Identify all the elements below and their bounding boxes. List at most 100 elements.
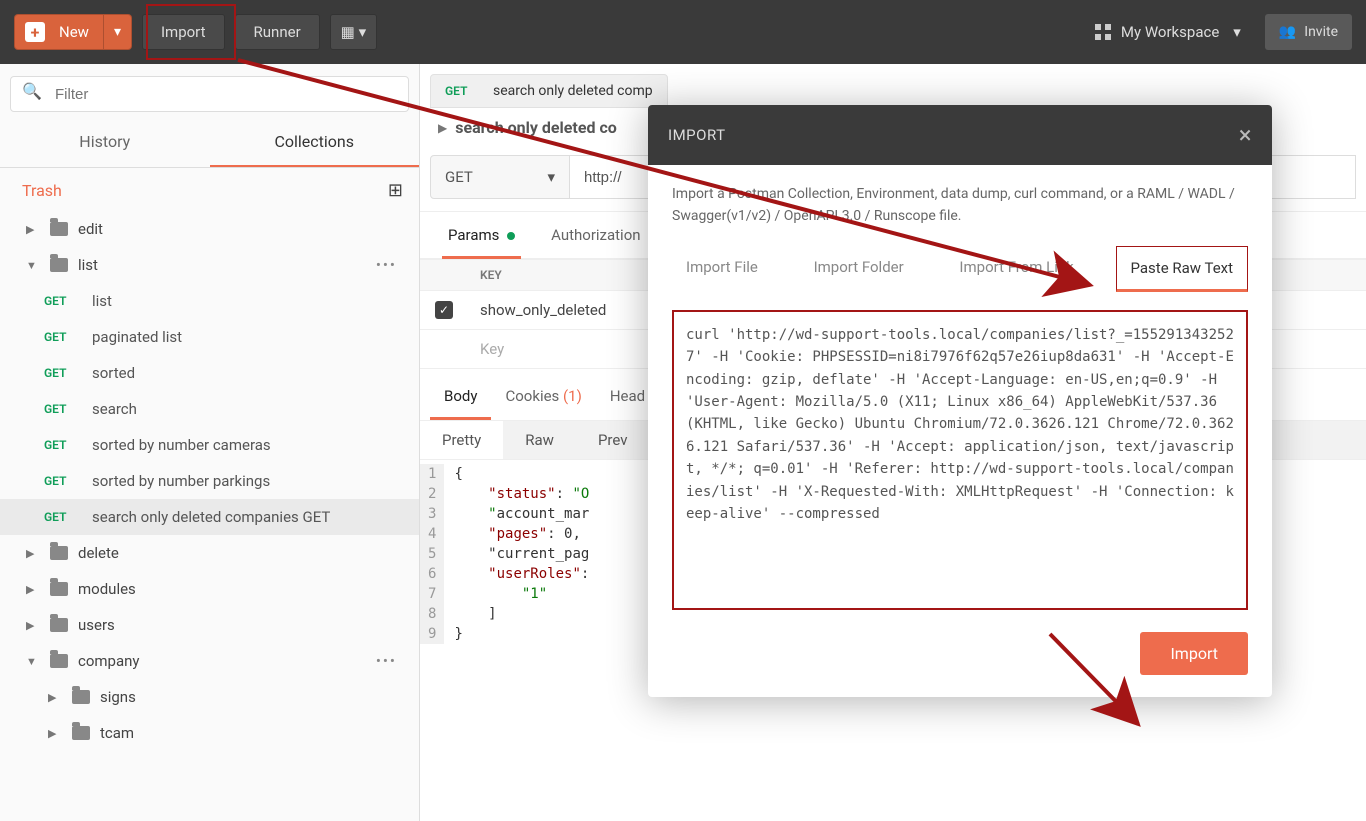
tab-history[interactable]: History	[0, 118, 210, 167]
request-item[interactable]: GETsearch	[0, 391, 419, 427]
chevron-icon: ▶	[26, 619, 40, 632]
folder-users[interactable]: ▶ users	[0, 607, 419, 643]
modal-import-button[interactable]: Import	[1140, 632, 1248, 675]
import-button[interactable]: Import	[142, 14, 225, 50]
method-select[interactable]: GET ▾	[430, 155, 570, 199]
folder-icon	[50, 546, 68, 560]
folder-icon	[72, 726, 90, 740]
folder-label: signs	[100, 688, 136, 706]
workspace-selector[interactable]: My Workspace ▾	[1081, 23, 1255, 41]
chevron-icon: ▶	[26, 547, 40, 560]
modal-title: IMPORT	[668, 126, 726, 144]
chevron-down-icon: ▾	[547, 168, 555, 186]
trash-link[interactable]: Trash	[22, 181, 62, 200]
request-label: sorted	[92, 364, 135, 382]
new-button[interactable]: + New ▾	[14, 14, 132, 50]
request-item[interactable]: GET sorted	[0, 355, 419, 391]
request-label: list	[92, 292, 112, 310]
request-label: sorted by number cameras	[92, 436, 271, 454]
method-badge: GET	[44, 330, 78, 344]
method-label: GET	[445, 84, 479, 98]
col-key: KEY	[468, 260, 514, 290]
tab-import-folder[interactable]: Import Folder	[800, 246, 918, 292]
folder-edit[interactable]: ▶ edit	[0, 211, 419, 247]
chevron-down-icon: ▾	[1233, 23, 1241, 41]
chevron-icon: ▼	[26, 259, 40, 272]
new-label: New	[45, 23, 103, 41]
folder-modules[interactable]: ▶modules	[0, 571, 419, 607]
folder-label: list	[78, 256, 98, 274]
folder-icon	[72, 690, 90, 704]
invite-button[interactable]: 👥 Invite	[1265, 14, 1352, 50]
folder-company[interactable]: ▼ company •••	[0, 643, 419, 679]
import-modal: IMPORT × Import a Postman Collection, En…	[648, 105, 1272, 697]
tab-params[interactable]: Params	[430, 212, 533, 258]
method-badge: GET	[44, 294, 78, 308]
more-icon[interactable]: •••	[364, 652, 409, 670]
request-label: paginated list	[92, 328, 182, 346]
folder-tcam[interactable]: ▶ tcam	[0, 715, 419, 751]
folder-label: delete	[78, 544, 119, 562]
view-raw[interactable]: Raw	[503, 421, 576, 459]
window-button[interactable]: ▦ ▾	[330, 14, 377, 50]
checkbox-checked-icon[interactable]: ✓	[435, 301, 453, 319]
request-item[interactable]: GET sorted by number cameras	[0, 427, 419, 463]
request-tab[interactable]: GET search only deleted comp	[430, 74, 668, 108]
tab-authorization[interactable]: Authorization	[533, 212, 658, 258]
method-badge: GET	[44, 438, 78, 452]
plus-icon: +	[25, 22, 45, 42]
more-icon[interactable]: •••	[364, 256, 409, 274]
chevron-down-icon[interactable]: ▾	[103, 15, 131, 49]
view-preview[interactable]: Prev	[576, 421, 650, 459]
add-collection-icon[interactable]: ⊞	[388, 180, 403, 201]
method-badge: GET	[44, 402, 78, 416]
tab-body[interactable]: Body	[430, 375, 491, 420]
request-item[interactable]: GET list	[0, 283, 419, 319]
folder-list[interactable]: ▼ list •••	[0, 247, 419, 283]
person-add-icon: 👥	[1279, 24, 1296, 40]
tab-import-link[interactable]: Import From Link	[945, 246, 1087, 292]
folder-icon	[50, 222, 68, 236]
request-item[interactable]: GETsearch only deleted companies GET	[0, 499, 419, 535]
workspace-label: My Workspace	[1121, 23, 1219, 41]
sidebar: 🔍 History Collections Trash ⊞ ▶ edit ▼ list…	[0, 64, 420, 821]
chevron-icon: ▶	[48, 691, 62, 704]
status-dot-icon	[507, 232, 515, 240]
tab-paste-raw-text[interactable]: Paste Raw Text	[1116, 246, 1249, 292]
request-item[interactable]: GET sorted by number parkings	[0, 463, 419, 499]
chevron-icon: ▼	[26, 655, 40, 668]
folder-icon	[50, 654, 68, 668]
chevron-icon: ▶	[26, 583, 40, 596]
filter-input[interactable]	[10, 76, 409, 112]
param-key[interactable]: show_only_deleted	[468, 291, 618, 329]
param-key-placeholder[interactable]: Key	[468, 330, 516, 368]
folder-label: edit	[78, 220, 103, 238]
folder-icon	[50, 618, 68, 632]
method-badge: GET	[44, 510, 78, 524]
app-toolbar: + New ▾ Import Runner ▦ ▾ My Workspace ▾…	[0, 0, 1366, 64]
folder-label: users	[78, 616, 115, 634]
tab-collections[interactable]: Collections	[210, 118, 420, 167]
breadcrumb: search only deleted co	[455, 118, 617, 137]
chevron-icon: ▶	[26, 223, 40, 236]
search-icon: 🔍	[22, 82, 42, 101]
folder-delete[interactable]: ▶ delete	[0, 535, 419, 571]
request-label: sorted by number parkings	[92, 472, 270, 490]
folder-icon	[50, 582, 68, 596]
folder-label: company	[78, 652, 140, 670]
modal-description: Import a Postman Collection, Environment…	[672, 183, 1248, 228]
method-value: GET	[445, 168, 473, 186]
chevron-right-icon: ▶	[438, 121, 447, 135]
folder-signs[interactable]: ▶ signs	[0, 679, 419, 715]
tab-cookies[interactable]: Cookies (1)	[491, 375, 595, 420]
tab-import-file[interactable]: Import File	[672, 246, 772, 292]
runner-button[interactable]: Runner	[235, 14, 320, 50]
method-badge: GET	[44, 366, 78, 380]
close-icon[interactable]: ×	[1239, 121, 1252, 149]
request-item[interactable]: GET paginated list	[0, 319, 419, 355]
chevron-icon: ▶	[48, 727, 62, 740]
method-badge: GET	[44, 474, 78, 488]
raw-text-input[interactable]: curl 'http://wd-support-tools.local/comp…	[672, 310, 1248, 610]
folder-label: tcam	[100, 724, 134, 742]
view-pretty[interactable]: Pretty	[420, 421, 503, 459]
